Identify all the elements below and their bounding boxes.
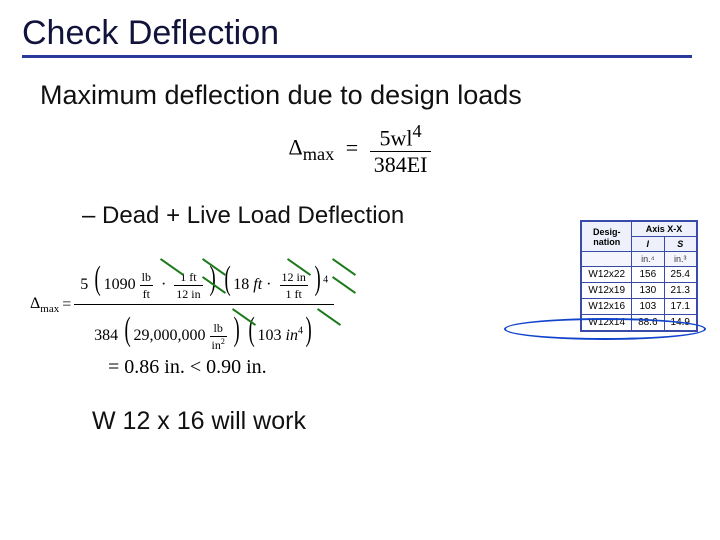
delta-symbol: Δ — [289, 135, 303, 160]
I-unit-pow: 4 — [298, 326, 303, 337]
page-title: Check Deflection — [22, 14, 698, 53]
th-I: I — [632, 237, 664, 252]
den-const: 384 — [94, 327, 118, 344]
E-unit-pow: 2 — [221, 337, 225, 346]
equals: = — [346, 135, 358, 160]
th-S: S — [664, 237, 696, 252]
unit-I: in.⁴ — [632, 252, 664, 267]
bullet-text: Dead + Live Load Deflection — [102, 202, 404, 229]
conv1-n: 1 ft — [174, 269, 202, 286]
th-axis: Axis X-X — [632, 222, 697, 237]
conv1-d: 12 in — [174, 286, 202, 302]
result-line: = 0.86 in. < 0.90 in. — [108, 356, 698, 379]
th-designation: Desig- nation — [582, 222, 632, 252]
w-unit-d: ft — [140, 286, 153, 302]
result-op: < — [190, 356, 201, 378]
formula-num-sup: 4 — [412, 121, 421, 141]
calc-w: 1090 — [104, 276, 136, 293]
table-row: W12x2215625.4 — [582, 267, 697, 283]
formula-den: 384EI — [370, 152, 432, 178]
w-unit-n: lb — [140, 269, 153, 286]
conv2-n: 12 in — [280, 269, 308, 286]
calc-delta-sub: max — [40, 303, 59, 315]
delta-sub: max — [303, 144, 335, 164]
E-unit-d: in — [212, 338, 221, 352]
result-rhs: 0.90 in. — [206, 356, 267, 378]
calc-coef: 5 — [80, 276, 88, 293]
calc-delta: Δ — [30, 295, 40, 312]
formula-num: 5wl — [379, 125, 412, 150]
table-row: W12x1488.614.9 — [582, 315, 697, 331]
intro-text: Maximum deflection due to design loads — [40, 80, 698, 111]
I-val: 103 — [258, 327, 282, 344]
table-row: W12x1610317.1 — [582, 299, 697, 315]
unit-S: in.³ — [664, 252, 696, 267]
calc-eq: = — [62, 296, 71, 314]
result-lhs: = 0.86 in. — [108, 356, 185, 378]
E-unit-n: lb — [210, 320, 227, 337]
title-underline — [22, 55, 692, 58]
section-properties-table: Desig- nation Axis X-X I S in.⁴ in.³ W12… — [580, 220, 698, 332]
formula-max-deflection: Δmax = 5wl4 384EI — [22, 121, 698, 178]
conclusion-text: W 12 x 16 will work — [92, 407, 698, 436]
bullet-dash: – — [82, 202, 95, 229]
len-val: 18 — [233, 276, 249, 293]
len-unit: ft — [253, 276, 262, 293]
len-pow: 4 — [323, 275, 328, 286]
conv2-d: 1 ft — [280, 286, 308, 302]
table-row: W12x1913021.3 — [582, 283, 697, 299]
E-val: 29,000,000 — [134, 327, 206, 344]
I-unit: in — [286, 327, 298, 344]
